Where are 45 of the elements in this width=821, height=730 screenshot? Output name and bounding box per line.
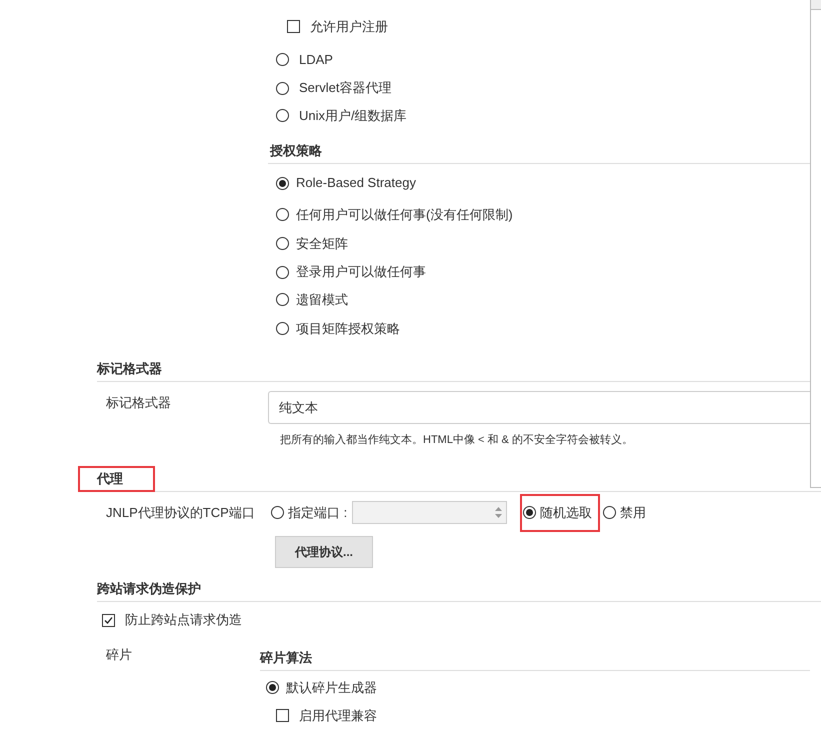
radio-button[interactable]	[276, 109, 289, 122]
radio-button[interactable]	[271, 506, 284, 520]
radio-button[interactable]	[523, 506, 536, 520]
option-label: 随机选取	[540, 504, 592, 522]
radio-button[interactable]	[276, 82, 289, 95]
radio-button[interactable]	[276, 293, 289, 306]
section-title: 碎片算法	[260, 648, 312, 667]
option-label: 启用代理兼容	[299, 707, 377, 726]
radio-button[interactable]	[276, 176, 289, 190]
option-label: 任何用户可以做任何事(没有任何限制)	[296, 206, 513, 224]
checkbox[interactable]	[102, 614, 115, 627]
option-label: Servlet容器代理	[299, 79, 392, 98]
option-label: 安全矩阵	[296, 234, 348, 253]
field-label: JNLP代理协议的TCP端口	[106, 504, 255, 520]
option-label: 指定端口 :	[288, 504, 348, 522]
option-label: 禁用	[620, 504, 646, 522]
option-label: 默认碎片生成器	[286, 679, 377, 698]
option-label: Role-Based Strategy	[296, 174, 416, 192]
section-title: 跨站请求伪造保护	[97, 580, 201, 598]
option-label: Unix用户/组数据库	[299, 107, 407, 126]
checkbox[interactable]	[276, 709, 289, 722]
radio-button[interactable]	[276, 208, 289, 222]
option-label: 项目矩阵授权策略	[296, 320, 400, 338]
radio-button[interactable]	[276, 266, 289, 279]
radio-button[interactable]	[266, 681, 279, 694]
option-label: 允许用户注册	[310, 18, 388, 36]
option-label: LDAP	[299, 50, 333, 69]
agent-protocols-button[interactable]: 代理协议...	[275, 536, 373, 568]
radio-button[interactable]	[603, 506, 616, 520]
section-title: 代理	[78, 466, 155, 492]
radio-button[interactable]	[276, 322, 289, 335]
help-text: 把所有的输入都当作纯文本。HTML中像 < 和 & 的不安全字符会被转义。	[280, 432, 633, 448]
radio-button[interactable]	[276, 52, 289, 66]
field-label: 标记格式器	[106, 394, 171, 410]
option-label: 遗留模式	[296, 291, 348, 310]
field-label: 碎片	[106, 646, 132, 662]
select-field[interactable]: 纯文本	[268, 390, 810, 424]
option-label: 登录用户可以做任何事	[296, 263, 426, 282]
section-title: 授权策略	[270, 142, 322, 160]
radio-button[interactable]	[276, 236, 289, 250]
section-title: 标记格式器	[97, 360, 162, 378]
spinner-icon[interactable]	[494, 505, 504, 520]
checkbox[interactable]	[287, 20, 300, 34]
port-number-field[interactable]	[352, 501, 508, 524]
option-label: 防止跨站点请求伪造	[125, 611, 242, 630]
